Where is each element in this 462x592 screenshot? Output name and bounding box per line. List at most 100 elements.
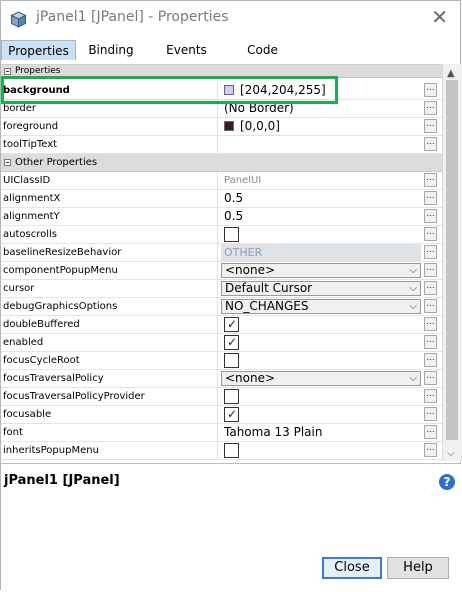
property-name: alignmentY — [3, 208, 218, 225]
property-value[interactable] — [220, 136, 422, 153]
property-value: OTHER — [221, 244, 421, 261]
property-name: focusTraversalPolicy — [3, 370, 218, 387]
property-name: toolTipText — [3, 136, 218, 153]
property-row-focuscycleroot[interactable]: focusCycleRoot ... — [1, 352, 442, 370]
collapse-icon[interactable] — [4, 68, 11, 75]
property-row-autoscrolls[interactable]: autoscrolls ... — [1, 226, 442, 244]
inheritspopupmenu-checkbox[interactable] — [224, 443, 239, 458]
ellipsis-button[interactable]: ... — [424, 371, 437, 385]
help-button[interactable]: Help — [387, 557, 449, 579]
ellipsis-button[interactable]: ... — [424, 119, 437, 133]
chevron-down-icon: ⌵ — [409, 373, 417, 384]
focustraversalpolicy-select[interactable]: <none> ⌵ — [221, 371, 421, 386]
focuscycleroot-checkbox[interactable] — [224, 353, 239, 368]
window-title: jPanel1 [JPanel] - Properties — [36, 9, 229, 25]
property-row-baselineresizebehavior[interactable]: baselineResizeBehavior OTHER ... — [1, 244, 442, 262]
property-row-focustraversalpolicy[interactable]: focusTraversalPolicy <none> ⌵ ... — [1, 370, 442, 388]
property-name: focusTraversalPolicyProvider — [3, 388, 218, 405]
netbeans-cube-icon — [10, 11, 27, 28]
property-row-font[interactable]: font Tahoma 13 Plain ... — [1, 424, 442, 442]
ellipsis-button[interactable]: ... — [424, 317, 437, 331]
select-value: <none> — [225, 371, 276, 385]
property-value[interactable]: [0,0,0] — [220, 118, 422, 135]
ellipsis-button[interactable]: ... — [424, 263, 437, 277]
property-name: componentPopupMenu — [3, 262, 218, 279]
category-other-properties[interactable]: Other Properties — [1, 154, 442, 172]
enabled-checkbox[interactable]: ✓ — [224, 335, 239, 350]
select-value: <none> — [225, 263, 276, 277]
scroll-up-icon[interactable]: ▲ — [447, 68, 455, 79]
property-row-enabled[interactable]: enabled ✓ ... — [1, 334, 442, 352]
tab-binding[interactable]: Binding — [81, 40, 141, 60]
property-sheet: Properties background [204,204,255] ... … — [1, 64, 442, 462]
ellipsis-button[interactable]: ... — [424, 443, 437, 457]
chevron-down-icon: ⌵ — [409, 301, 417, 312]
ellipsis-button[interactable]: ... — [424, 389, 437, 403]
close-button[interactable]: Close — [322, 557, 382, 579]
ellipsis-button[interactable]: ... — [424, 191, 437, 205]
ellipsis-button[interactable]: ... — [424, 227, 437, 241]
help-question-icon[interactable]: ? — [439, 474, 455, 490]
property-row-alignmentx[interactable]: alignmentX 0.5 ... — [1, 190, 442, 208]
property-name: focusCycleRoot — [3, 352, 218, 369]
property-row-componentpopupmenu[interactable]: componentPopupMenu <none> ⌵ ... — [1, 262, 442, 280]
ellipsis-button[interactable]: ... — [424, 83, 437, 97]
autoscrolls-checkbox[interactable] — [224, 227, 239, 242]
ellipsis-button[interactable]: ... — [424, 101, 437, 115]
select-value: NO_CHANGES — [225, 299, 309, 313]
property-row-doublebuffered[interactable]: doubleBuffered ✓ ... — [1, 316, 442, 334]
chevron-down-icon: ⌵ — [409, 283, 417, 294]
vertical-scrollbar[interactable]: ▲ ⌵ — [442, 64, 462, 461]
property-name: alignmentX — [3, 190, 218, 207]
property-row-focustraversalpolicyprovider[interactable]: focusTraversalPolicyProvider ... — [1, 388, 442, 406]
property-value[interactable]: 0.5 — [220, 208, 422, 225]
checkmark-icon: ✓ — [227, 317, 238, 331]
ellipsis-button[interactable]: ... — [424, 407, 437, 421]
ellipsis-button[interactable]: ... — [424, 335, 437, 349]
property-name: inheritsPopupMenu — [3, 442, 218, 459]
property-name: foreground — [3, 118, 218, 135]
ellipsis-button[interactable]: ... — [424, 209, 437, 223]
tab-events[interactable]: Events — [159, 40, 214, 60]
property-row-tooltiptext[interactable]: toolTipText ... — [1, 136, 442, 154]
property-row-cursor[interactable]: cursor Default Cursor ⌵ ... — [1, 280, 442, 298]
cursor-select[interactable]: Default Cursor ⌵ — [221, 281, 421, 296]
tab-properties[interactable]: Properties — [1, 40, 76, 60]
tab-bar: Properties Binding Events Code — [1, 37, 460, 62]
scrollbar-thumb[interactable] — [446, 80, 458, 440]
category-label: Other Properties — [15, 157, 98, 168]
collapse-icon[interactable] — [4, 159, 11, 166]
close-icon[interactable]: ✕ — [431, 7, 448, 27]
property-value: PanelUI — [224, 175, 262, 186]
ellipsis-button[interactable]: ... — [424, 299, 437, 313]
property-value[interactable]: Tahoma 13 Plain — [220, 424, 422, 441]
property-value[interactable]: 0.5 — [220, 190, 422, 207]
property-row-foreground[interactable]: foreground [0,0,0] ... — [1, 118, 442, 136]
color-value-text: [0,0,0] — [240, 119, 280, 133]
focusable-checkbox[interactable]: ✓ — [224, 407, 239, 422]
ellipsis-button[interactable]: ... — [424, 245, 437, 259]
description-title: jPanel1 [JPanel] — [4, 473, 120, 488]
property-row-focusable[interactable]: focusable ✓ ... — [1, 406, 442, 424]
property-name: font — [3, 424, 218, 441]
property-name: UIClassID — [3, 172, 218, 189]
title-bar: jPanel1 [JPanel] - Properties ✕ — [1, 1, 460, 37]
ellipsis-button[interactable]: ... — [424, 353, 437, 367]
property-row-inheritspopupmenu[interactable]: inheritsPopupMenu ... — [1, 442, 442, 460]
tab-code[interactable]: Code — [235, 40, 290, 60]
property-row-debuggraphicsoptions[interactable]: debugGraphicsOptions NO_CHANGES ⌵ ... — [1, 298, 442, 316]
componentpopupmenu-select[interactable]: <none> ⌵ — [221, 263, 421, 278]
property-row-alignmenty[interactable]: alignmentY 0.5 ... — [1, 208, 442, 226]
doublebuffered-checkbox[interactable]: ✓ — [224, 317, 239, 332]
checkmark-icon: ✓ — [227, 335, 238, 349]
focustraversalpolicyprovider-checkbox[interactable] — [224, 389, 239, 404]
ellipsis-button[interactable]: ... — [424, 137, 437, 151]
ellipsis-button[interactable]: ... — [424, 173, 437, 187]
ellipsis-button[interactable]: ... — [424, 425, 437, 439]
property-name: enabled — [3, 334, 218, 351]
debuggraphicsoptions-select[interactable]: NO_CHANGES ⌵ — [221, 299, 421, 314]
scroll-down-icon[interactable]: ⌵ — [447, 448, 455, 459]
property-row-uiclassid[interactable]: UIClassID PanelUI ... — [1, 172, 442, 190]
ellipsis-button[interactable]: ... — [424, 281, 437, 295]
property-name: debugGraphicsOptions — [3, 298, 218, 315]
